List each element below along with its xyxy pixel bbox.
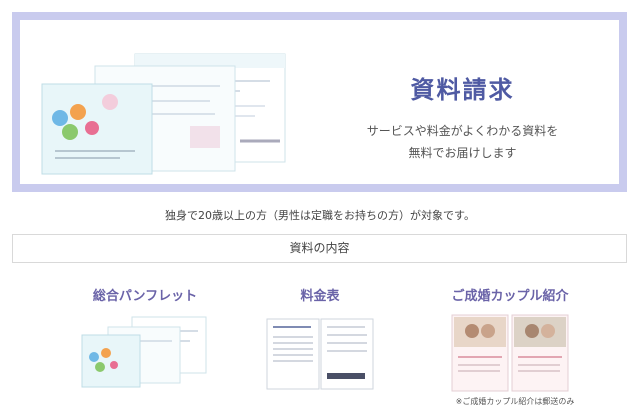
item-title: 料金表 <box>300 289 340 304</box>
page-title: 資料請求 <box>410 76 515 104</box>
hero-description-line2: 無料でお届けします <box>408 146 517 160</box>
couple-note: ※ご成婚カップル紹介は郵送のみ <box>455 397 575 406</box>
pamphlet-image <box>81 316 207 388</box>
item-title: ご成婚カップル紹介 <box>451 289 569 304</box>
contents-heading: 資料の内容 <box>12 234 627 263</box>
item-pamphlet: 総合パンフレット <box>45 285 245 393</box>
hero-description: サービスや料金がよくわかる資料を 無料でお届けします <box>320 120 605 164</box>
item-couple-introduction: ご成婚カップル紹介 <box>410 285 610 393</box>
couple-introduction-image <box>451 314 569 392</box>
request-materials-hero: 資料請求 サービスや料金がよくわかる資料を 無料でお届けします <box>12 12 627 192</box>
hero-description-line1: サービスや料金がよくわかる資料を <box>366 124 559 138</box>
brochure-spread-image <box>41 53 286 175</box>
item-title: 総合パンフレット <box>92 289 198 304</box>
eligibility-text: 独身で20歳以上の方（男性は定職をお持ちの方）が対象です。 <box>165 209 475 222</box>
item-price-list: 料金表 <box>220 285 420 393</box>
price-list-image <box>266 318 374 390</box>
